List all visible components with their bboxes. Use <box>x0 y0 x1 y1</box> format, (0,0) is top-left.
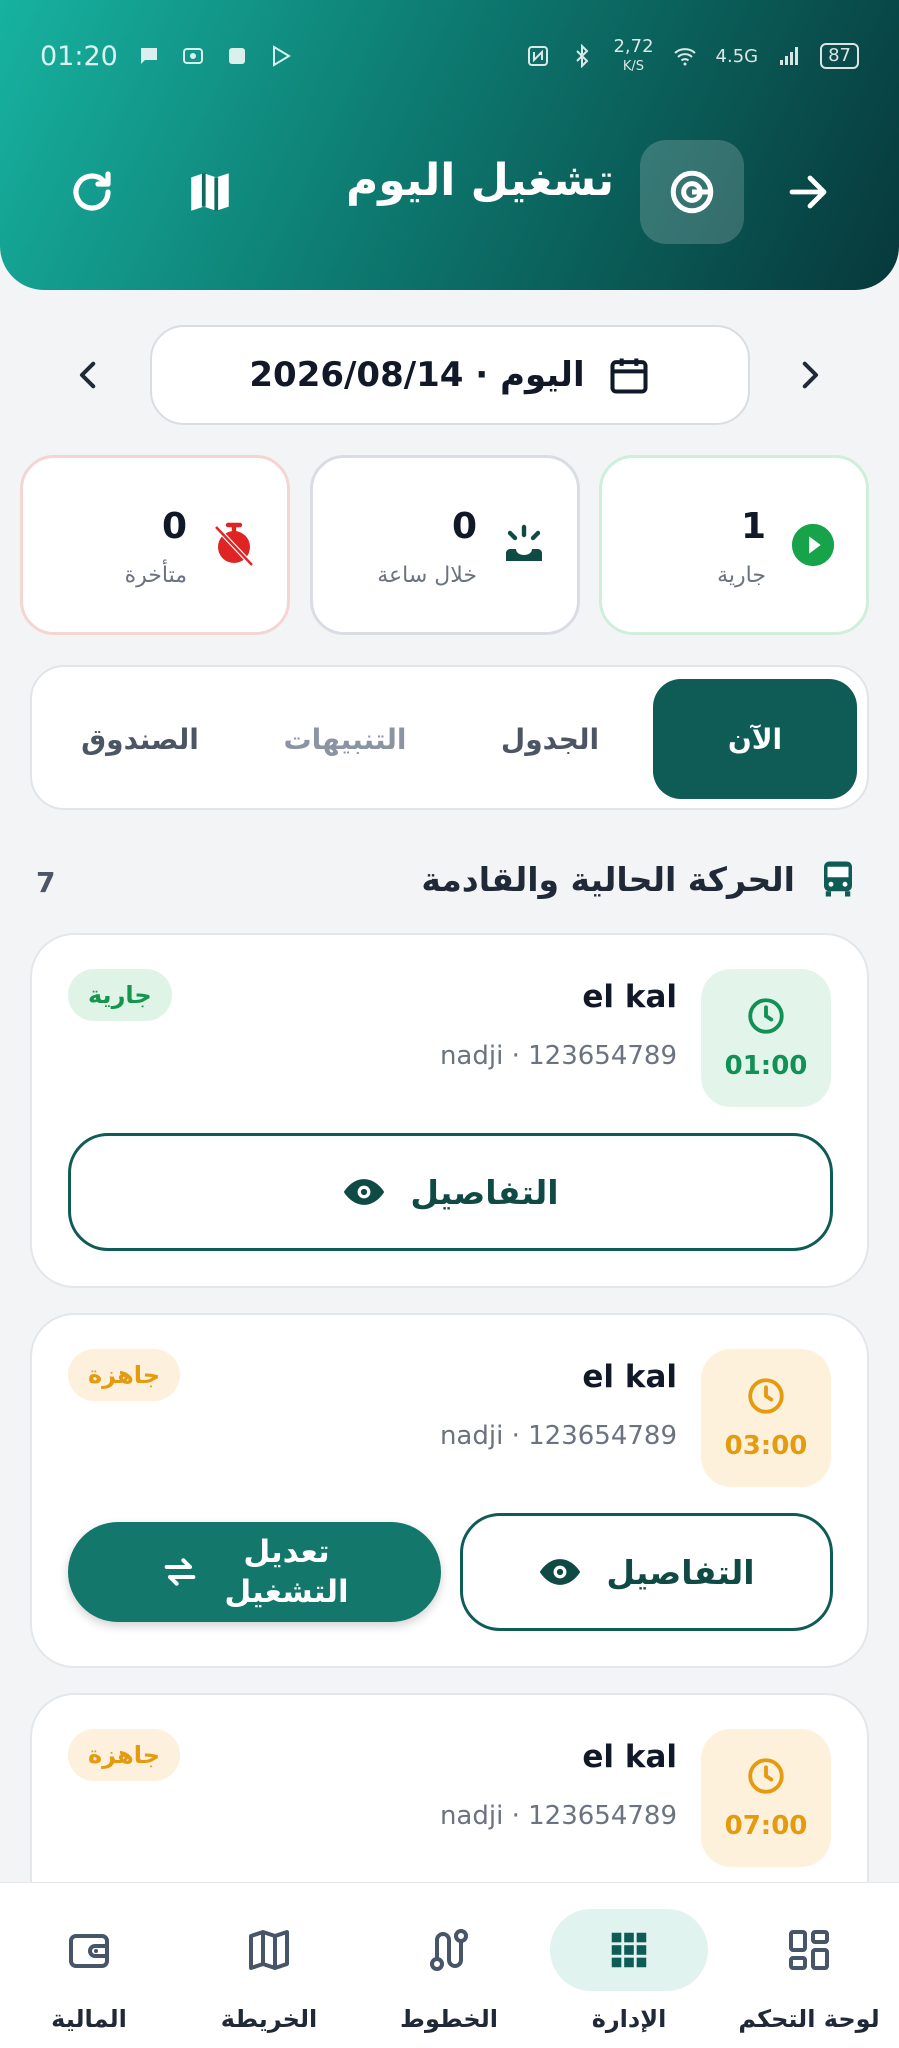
app-notification-icon <box>228 48 245 64</box>
dashboard-icon <box>730 1909 888 1991</box>
details-button-label: التفاصيل <box>410 1172 559 1212</box>
map-icon <box>191 173 229 211</box>
date-selector: 2026/08/14 · اليوم <box>0 325 899 425</box>
nav-item-map[interactable]: الخريطة <box>179 1883 359 2048</box>
target-icon <box>670 170 714 214</box>
refresh-button[interactable] <box>40 140 144 244</box>
wallet-icon <box>10 1909 168 1991</box>
eye-icon <box>540 1559 581 1585</box>
refresh-icon <box>73 171 111 211</box>
section-title: الحركة الحالية والقادمة <box>421 859 795 899</box>
swap-icon <box>165 1558 196 1586</box>
nav-label: الخطوط <box>400 2005 498 2033</box>
trip-name: el kal <box>582 1359 677 1395</box>
grid-icon <box>550 1909 708 1991</box>
wifi-icon <box>673 48 696 66</box>
details-button[interactable]: التفاصيل <box>460 1513 833 1631</box>
details-button[interactable]: التفاصيل <box>68 1133 833 1251</box>
map-icon <box>190 1909 348 1991</box>
arrow-right-icon <box>789 175 827 209</box>
signal-icon <box>780 47 799 65</box>
camera-notification-icon <box>182 48 203 64</box>
stat-card-late[interactable]: 0 متأخرة <box>20 455 290 635</box>
nfc-icon <box>528 46 549 66</box>
trip-subtitle: nadji · 123654789 <box>439 1801 677 1831</box>
previous-day-button[interactable] <box>64 350 114 400</box>
date-picker[interactable]: 2026/08/14 · اليوم <box>150 325 750 425</box>
network-type: 4.5G <box>715 45 759 67</box>
clock-icon <box>748 998 784 1034</box>
tab-cashbox[interactable]: الصندوق <box>38 679 242 799</box>
section-count: 7 <box>36 866 56 899</box>
timer-off-icon <box>209 520 259 570</box>
trip-time: 07:00 <box>724 1811 808 1841</box>
stat-within-hour-value: 0 <box>451 506 477 547</box>
clock-icon <box>748 1758 784 1794</box>
tab-alerts[interactable]: التنبيهات <box>243 679 447 799</box>
trip-time: 03:00 <box>724 1431 808 1461</box>
trip-card[interactable]: 03:00 el kal nadji · 123654789 جاهزة الت… <box>30 1313 869 1668</box>
trip-subtitle: nadji · 123654789 <box>439 1041 677 1071</box>
nav-label: الخريطة <box>220 2005 318 2033</box>
nav-item-finance[interactable]: المالية <box>0 1883 179 2048</box>
chevron-left-icon <box>79 361 96 389</box>
trip-name: el kal <box>582 1739 677 1775</box>
stat-card-within-hour[interactable]: 0 خلال ساعة <box>310 455 580 635</box>
tab-bar: الآن الجدول التنبيهات الصندوق <box>30 665 869 810</box>
next-day-button[interactable] <box>784 350 834 400</box>
status-badge: جارية <box>68 969 172 1021</box>
eye-icon <box>344 1179 385 1205</box>
bottom-navigation: لوحة التحكم الإدارة الخطوط الخريطة المال… <box>0 1882 899 2048</box>
net-speed: 2,72 K/S <box>613 36 654 74</box>
chevron-right-icon <box>802 361 819 389</box>
trip-subtitle: nadji · 123654789 <box>439 1421 677 1451</box>
stat-running-label: جارية <box>717 563 766 588</box>
stat-card-running[interactable]: 1 جارية <box>599 455 869 635</box>
trip-name: el kal <box>582 979 677 1015</box>
status-badge: جاهزة <box>68 1729 181 1781</box>
stat-within-hour-label: خلال ساعة <box>377 563 477 588</box>
chat-notification-icon <box>140 48 157 64</box>
bluetooth-icon <box>576 44 589 68</box>
page-title: تشغيل اليوم <box>345 155 615 206</box>
app-header: 01:20 2,72 K/S 4.5G 87 تشغيل اليوم <box>0 0 899 290</box>
stat-running-value: 1 <box>740 506 766 547</box>
tab-now[interactable]: الآن <box>653 679 857 799</box>
stat-late-label: متأخرة <box>124 563 187 588</box>
trip-card[interactable]: 01:00 el kal nadji · 123654789 جارية الت… <box>30 933 869 1288</box>
date-label: 2026/08/14 · اليوم <box>249 355 585 395</box>
edit-operation-label: تعديل التشغيل <box>224 1533 349 1610</box>
status-bar: 01:20 2,72 K/S 4.5G 87 <box>40 36 859 76</box>
trip-time-box: 03:00 <box>701 1349 831 1487</box>
map-button[interactable] <box>158 140 262 244</box>
nav-item-routes[interactable]: الخطوط <box>359 1883 539 2048</box>
status-badge: جاهزة <box>68 1349 181 1401</box>
details-button-label: التفاصيل <box>606 1552 755 1592</box>
battery-indicator: 87 <box>820 43 859 69</box>
trip-time-box: 07:00 <box>701 1729 831 1867</box>
nav-label: الإدارة <box>591 2005 667 2033</box>
track-button[interactable] <box>640 140 744 244</box>
nav-item-dashboard[interactable]: لوحة التحكم <box>719 1883 899 2048</box>
nav-item-management[interactable]: الإدارة <box>539 1883 719 2048</box>
stat-late-value: 0 <box>161 506 187 547</box>
trip-time: 01:00 <box>724 1051 808 1081</box>
route-icon <box>370 1909 528 1991</box>
alarm-bell-icon <box>499 520 549 570</box>
status-time: 01:20 <box>40 40 118 72</box>
play-store-icon <box>272 45 291 67</box>
trip-time-box: 01:00 <box>701 969 831 1107</box>
section-header: الحركة الحالية والقادمة <box>421 858 859 900</box>
bus-icon <box>824 861 852 897</box>
play-circle-icon <box>788 520 838 570</box>
clock-icon <box>748 1378 784 1414</box>
tab-schedule[interactable]: الجدول <box>448 679 652 799</box>
calendar-icon <box>610 358 648 394</box>
edit-operation-button[interactable]: تعديل التشغيل <box>68 1522 441 1622</box>
nav-label: لوحة التحكم <box>738 2005 880 2033</box>
nav-label: المالية <box>51 2005 127 2033</box>
back-button[interactable] <box>756 140 860 244</box>
